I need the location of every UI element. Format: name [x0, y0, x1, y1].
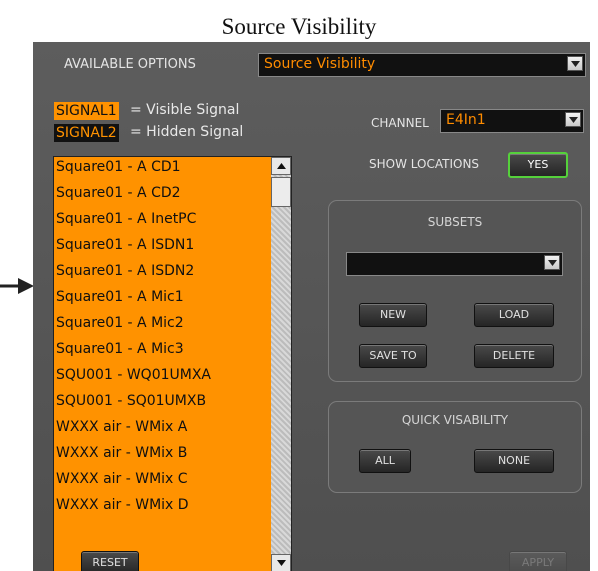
- available-options-label: AVAILABLE OPTIONS: [64, 57, 196, 72]
- signal-list-item[interactable]: Square01 - A ISDN1: [56, 237, 194, 253]
- chevron-down-icon[interactable]: [567, 56, 583, 71]
- hidden-signal-legend-text: = Hidden Signal: [130, 124, 244, 140]
- channel-label: CHANNEL: [371, 116, 429, 130]
- signal-list-item[interactable]: Square01 - A CD1: [56, 159, 181, 175]
- chevron-down-icon[interactable]: [565, 112, 581, 127]
- hidden-signal-chip: SIGNAL2: [54, 124, 119, 142]
- channel-dropdown[interactable]: E4In1: [440, 109, 584, 133]
- subsets-group: SUBSETS NEW LOAD SAVE TO DELETE: [328, 200, 582, 382]
- chevron-down-icon[interactable]: [544, 255, 560, 270]
- signal-list-item[interactable]: SQU001 - WQ01UMXA: [56, 367, 211, 383]
- signal-list-item[interactable]: WXXX air - WMix C: [56, 471, 188, 487]
- signal-list-item[interactable]: Square01 - A Mic2: [56, 315, 184, 331]
- load-subset-button[interactable]: LOAD: [474, 303, 554, 327]
- document-title: Source Visibility: [221, 14, 377, 39]
- list-scrollbar[interactable]: [271, 157, 291, 571]
- subsets-dropdown[interactable]: [346, 252, 563, 276]
- signal-list-item[interactable]: Square01 - A InetPC: [56, 211, 196, 227]
- reset-button[interactable]: RESET: [81, 551, 139, 571]
- signal-list-item[interactable]: WXXX air - WMix B: [56, 445, 187, 461]
- signal-list[interactable]: Square01 - A CD1 Square01 - A CD2 Square01…: [53, 156, 292, 571]
- signal-list-item[interactable]: Square01 - A CD2: [56, 185, 181, 201]
- signal-list-item[interactable]: Square01 - A ISDN2: [56, 263, 194, 279]
- scroll-up-button[interactable]: [271, 157, 291, 175]
- show-none-button[interactable]: NONE: [474, 449, 554, 473]
- scroll-down-button[interactable]: [271, 554, 291, 571]
- apply-button[interactable]: APPLY: [509, 551, 567, 571]
- visible-signal-legend-text: = Visible Signal: [130, 102, 240, 118]
- signal-list-item[interactable]: Square01 - A Mic1: [56, 289, 184, 305]
- source-visibility-panel: AVAILABLE OPTIONS Source Visibility SIGN…: [33, 42, 590, 571]
- signal-list-item[interactable]: Square01 - A Mic3: [56, 341, 184, 357]
- save-to-subset-button[interactable]: SAVE TO: [359, 344, 427, 368]
- signal-list-item[interactable]: SQU001 - SQ01UMXB: [56, 393, 206, 409]
- signal-list-item[interactable]: WXXX air - WMix D: [56, 497, 189, 513]
- available-options-dropdown[interactable]: Source Visibility: [258, 53, 586, 77]
- available-options-value: Source Visibility: [264, 56, 376, 72]
- show-locations-label: SHOW LOCATIONS: [369, 157, 480, 171]
- channel-value: E4In1: [446, 112, 486, 128]
- quick-visibility-group: QUICK VISABILITY ALL NONE: [328, 401, 582, 493]
- delete-subset-button[interactable]: DELETE: [474, 344, 554, 368]
- show-locations-yes-button[interactable]: YES: [508, 152, 568, 178]
- pointer-arrow-icon: [0, 278, 34, 294]
- show-all-button[interactable]: ALL: [359, 449, 411, 473]
- signal-list-item[interactable]: WXXX air - WMix A: [56, 419, 187, 435]
- scroll-thumb[interactable]: [271, 177, 291, 207]
- new-subset-button[interactable]: NEW: [359, 303, 427, 327]
- quick-visibility-title: QUICK VISABILITY: [401, 413, 509, 427]
- visible-signal-chip: SIGNAL1: [54, 102, 119, 120]
- subsets-title: SUBSETS: [427, 215, 483, 229]
